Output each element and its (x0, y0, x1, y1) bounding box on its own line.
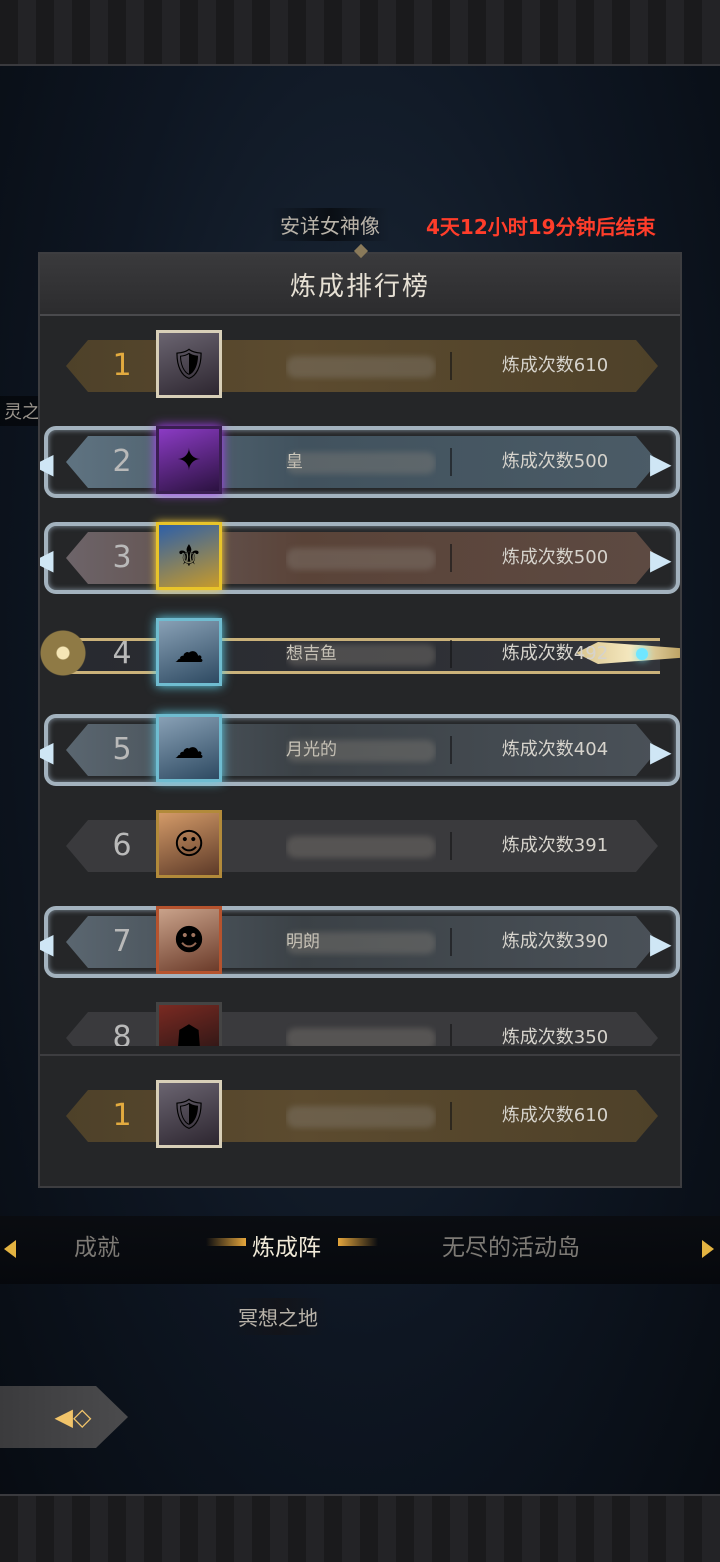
leaderboard-row[interactable]: ◀ ▶ 5 ☁ 月光的 炼成次数404 (40, 700, 680, 796)
tab-prev-arrow-icon[interactable] (4, 1240, 16, 1258)
ice-spike-icon: ▶ (650, 447, 672, 480)
name-blur (286, 836, 436, 858)
tab-next-arrow-icon[interactable] (702, 1240, 714, 1258)
name-blur (286, 740, 436, 762)
rank-number: 4 (112, 636, 132, 671)
leaderboard-panel: 炼成排行榜 1 🛡 炼成次数610 ◀ ▶ 2 ✦ 皇 炼成次数500 ◀ ▶ … (38, 243, 682, 1188)
name-blur (286, 356, 436, 378)
panel-title: 炼成排行榜 (289, 271, 430, 302)
rank-number: 2 (112, 444, 132, 479)
tab-endless-island[interactable]: 无尽的活动岛 (442, 1228, 580, 1262)
player-name (286, 1022, 436, 1046)
my-rank-divider (40, 1054, 680, 1056)
leaderboard-row[interactable]: ◀ ▶ 7 ☻ 明朗 炼成次数390 (40, 892, 680, 988)
rank-number: 3 (112, 540, 132, 575)
row-divider (450, 736, 452, 764)
gold-emblem-icon (40, 618, 98, 688)
ice-spike-icon: ◀ (40, 927, 54, 960)
meditation-location-label[interactable]: 冥想之地 (228, 1298, 328, 1335)
player-name: 月光的 (286, 734, 436, 766)
name-blur (286, 644, 436, 666)
player-name: 明朗 (286, 926, 436, 958)
statue-location-label[interactable]: 安详女神像 (270, 208, 390, 241)
silver-elf-cloud-portrait-icon[interactable]: ☁ (156, 618, 222, 686)
back-arrow-icon[interactable]: ◀◇ (42, 1402, 104, 1432)
player-name (286, 830, 436, 862)
refine-count: 炼成次数500 (501, 547, 609, 568)
tab-refine-array[interactable]: 炼成阵 (252, 1228, 321, 1262)
name-blur (286, 1028, 436, 1046)
player-name (286, 1100, 436, 1132)
event-tab-bar: 成就 炼成阵 无尽的活动岛 (0, 1216, 720, 1284)
panel-header: 炼成排行榜 (40, 243, 680, 316)
refine-count: 炼成次数391 (501, 835, 609, 856)
ice-spike-icon: ◀ (40, 735, 54, 768)
rank-number: 1 (112, 1098, 132, 1133)
name-blur (286, 932, 436, 954)
rank-number: 8 (112, 1020, 132, 1046)
refine-count: 炼成次数390 (501, 931, 609, 952)
my-rank-row[interactable]: 1 🛡 炼成次数610 (40, 1066, 680, 1162)
silver-masked-hero-portrait-icon[interactable]: 🛡 (156, 1080, 222, 1148)
blonde-cloud-portrait-icon[interactable]: ☁ (156, 714, 222, 782)
ice-spike-icon: ◀ (40, 447, 54, 480)
hooded-figure-portrait-icon[interactable]: ☗ (156, 1002, 222, 1046)
name-blur (286, 548, 436, 570)
player-name: 想吉鱼 (286, 638, 436, 670)
header-ornament-icon (353, 243, 369, 259)
purple-elf-portrait-icon[interactable]: ✦ (156, 426, 222, 494)
leaderboard-row[interactable]: 4 ☁ 想吉鱼 炼成次数492 (40, 604, 680, 700)
leaderboard-list[interactable]: 1 🛡 炼成次数610 ◀ ▶ 2 ✦ 皇 炼成次数500 ◀ ▶ 3 ⚜ 炼成… (40, 316, 680, 1046)
ice-spike-icon: ◀ (40, 543, 54, 576)
refine-count: 炼成次数492 (501, 643, 609, 664)
ice-spike-icon: ▶ (650, 543, 672, 576)
player-name (286, 542, 436, 574)
rank-number: 6 (112, 828, 132, 863)
row-divider (450, 832, 452, 860)
golden-armor-portrait-icon[interactable]: ⚜ (156, 522, 222, 590)
tab-active-deco-icon (206, 1238, 246, 1246)
name-blur (286, 1106, 436, 1128)
rank-number: 7 (112, 924, 132, 959)
row-divider (450, 640, 452, 668)
tab-active-deco-icon (338, 1238, 378, 1246)
top-frame (0, 0, 720, 66)
refine-count: 炼成次数610 (501, 1105, 609, 1126)
red-frame-portrait-icon[interactable]: ☻ (156, 906, 222, 974)
rank-number: 5 (112, 732, 132, 767)
player-name: 皇 (286, 446, 436, 478)
player-name (286, 350, 436, 382)
row-divider (450, 1024, 452, 1046)
ice-spike-icon: ▶ (650, 927, 672, 960)
row-divider (450, 544, 452, 572)
refine-count: 炼成次数350 (501, 1027, 609, 1046)
leaderboard-row[interactable]: 6 ☺ 炼成次数391 (40, 796, 680, 892)
row-divider (450, 928, 452, 956)
row-divider (450, 1102, 452, 1130)
refine-count: 炼成次数500 (501, 451, 609, 472)
tab-achievements[interactable]: 成就 (74, 1228, 120, 1262)
event-countdown: 4天12小时19分钟后结束 (426, 215, 656, 239)
leaderboard-row[interactable]: ◀ ▶ 3 ⚜ 炼成次数500 (40, 508, 680, 604)
rank-number: 1 (112, 348, 132, 383)
bottom-frame (0, 1494, 720, 1562)
row-divider (450, 448, 452, 476)
refine-count: 炼成次数610 (501, 355, 609, 376)
row-divider (450, 352, 452, 380)
silver-masked-hero-portrait-icon[interactable]: 🛡 (156, 330, 222, 398)
refine-count: 炼成次数404 (501, 739, 609, 760)
leaderboard-row[interactable]: 8 ☗ 炼成次数350 (40, 988, 680, 1046)
leaderboard-row[interactable]: 1 🛡 炼成次数610 (40, 316, 680, 412)
leaderboard-row[interactable]: ◀ ▶ 2 ✦ 皇 炼成次数500 (40, 412, 680, 508)
ice-spike-icon: ▶ (650, 735, 672, 768)
blonde-girl-portrait-icon[interactable]: ☺ (156, 810, 222, 878)
name-blur (286, 452, 436, 474)
